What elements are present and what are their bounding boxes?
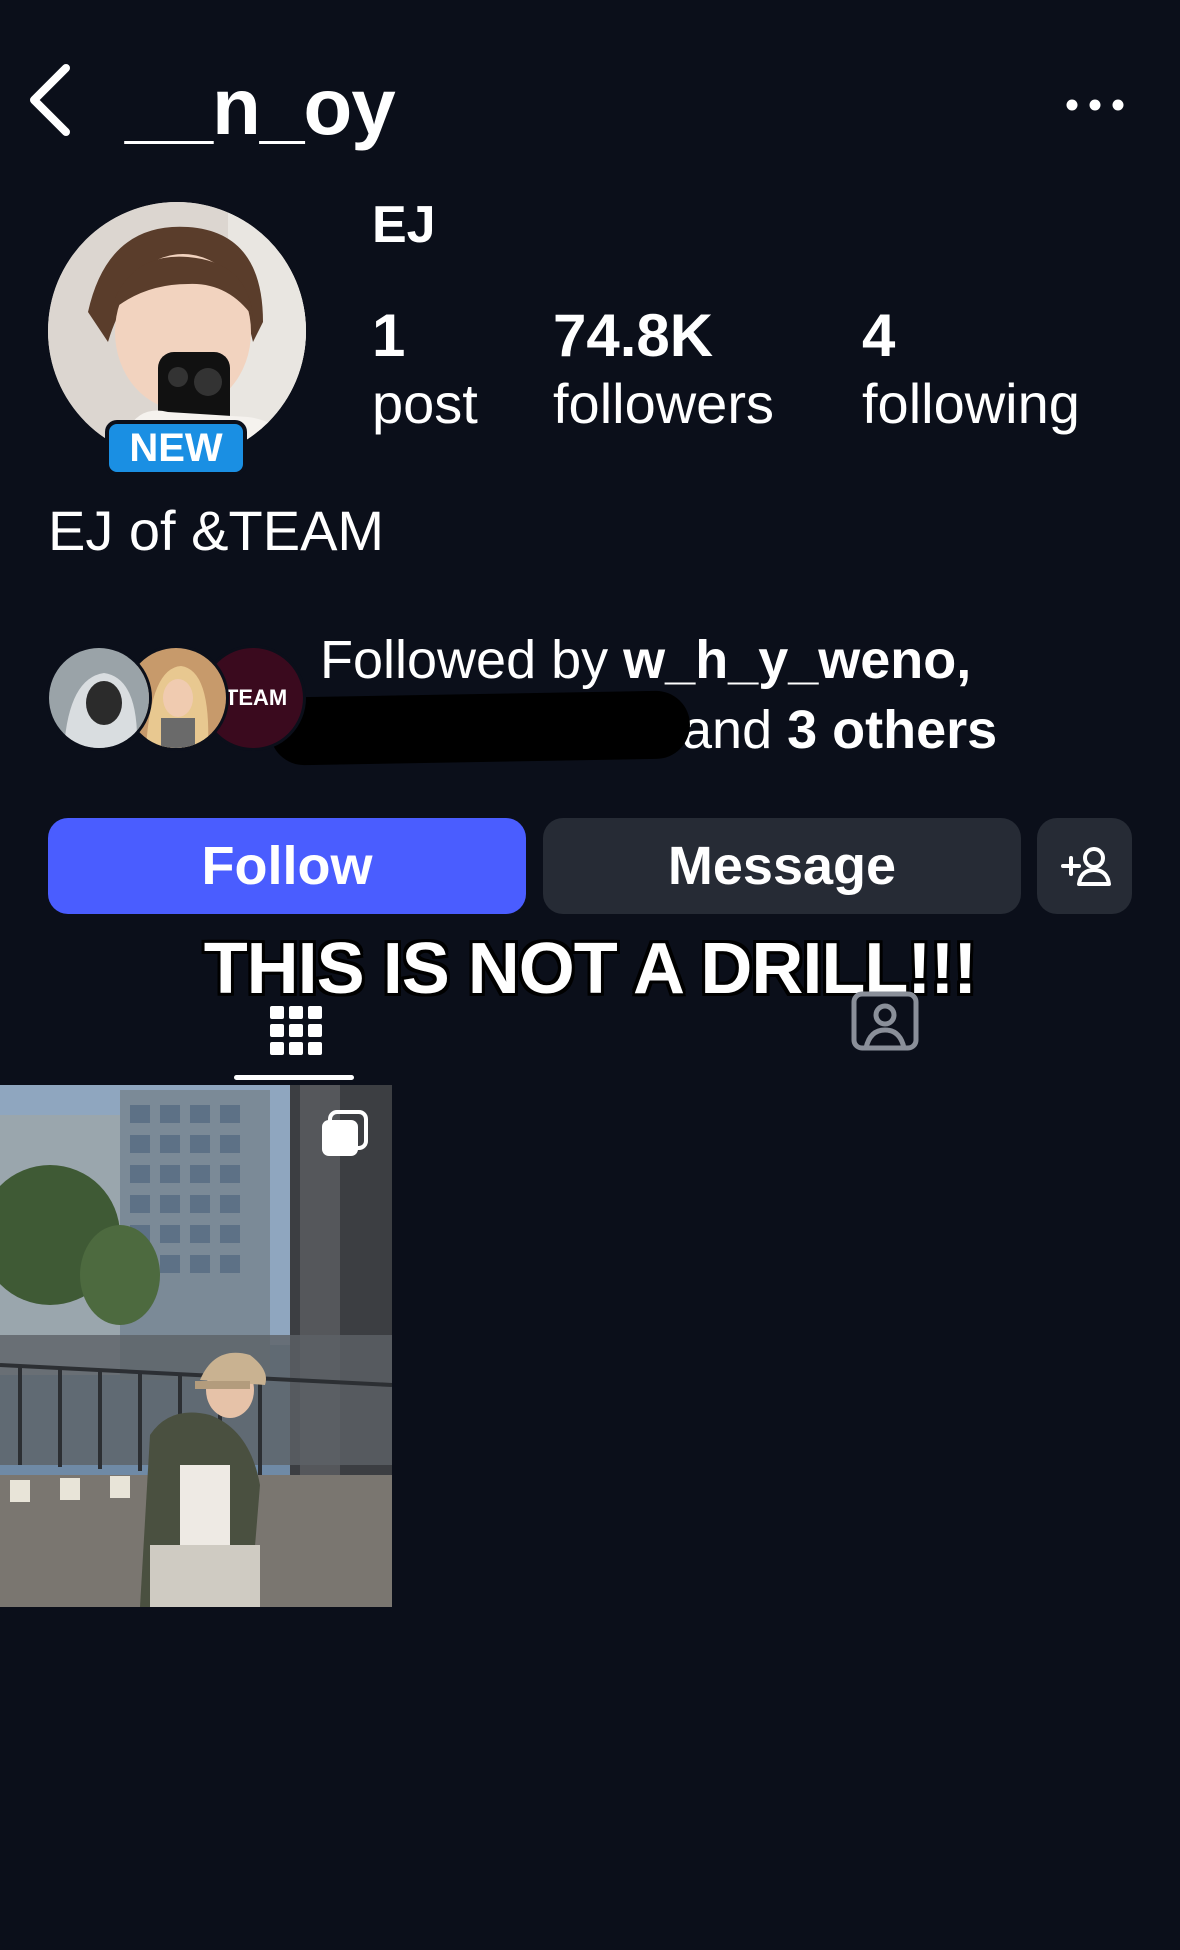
followed-by-user: w_h_y_weno, xyxy=(623,630,972,690)
post-photo xyxy=(0,1085,392,1607)
add-user-icon xyxy=(1061,847,1111,886)
follow-button[interactable]: Follow xyxy=(48,818,526,914)
followed-by-prefix: Followed by xyxy=(320,630,624,690)
followers-stat[interactable]: 74.8K followers xyxy=(553,300,774,436)
active-tab-indicator xyxy=(234,1075,354,1080)
following-count: 4 xyxy=(862,302,896,369)
display-name: EJ xyxy=(372,196,436,254)
followers-count: 74.8K xyxy=(553,302,714,369)
message-button[interactable]: Message xyxy=(543,818,1021,914)
post-thumbnail[interactable] xyxy=(0,1085,392,1607)
mutual-follower-avatar[interactable] xyxy=(46,645,152,751)
suggest-user-button[interactable] xyxy=(1037,818,1132,914)
grid-tab-icon[interactable] xyxy=(268,1004,324,1056)
followed-by-and: and xyxy=(682,700,788,760)
followers-label: followers xyxy=(553,372,774,435)
posts-stat[interactable]: 1 post xyxy=(372,300,478,436)
profile-username: __n_oy xyxy=(125,62,396,151)
back-chevron-icon[interactable] xyxy=(22,60,78,140)
overlay-caption: THIS IS NOT A DRILL!!! xyxy=(203,929,978,1009)
following-label: following xyxy=(862,372,1080,435)
followed-by-line-1: Followed by w_h_y_weno, xyxy=(320,625,1080,695)
new-badge: NEW xyxy=(105,420,247,476)
tagged-tab-icon[interactable] xyxy=(850,990,920,1052)
redaction-scribble xyxy=(269,690,691,766)
followed-by-others: 3 others xyxy=(787,700,998,760)
posts-count: 1 xyxy=(372,302,406,369)
profile-bio: EJ of &TEAM xyxy=(48,499,385,562)
more-options-icon[interactable] xyxy=(1060,85,1130,125)
posts-label: post xyxy=(372,372,478,435)
following-stat[interactable]: 4 following xyxy=(862,300,1080,436)
carousel-post-icon xyxy=(322,1110,368,1156)
